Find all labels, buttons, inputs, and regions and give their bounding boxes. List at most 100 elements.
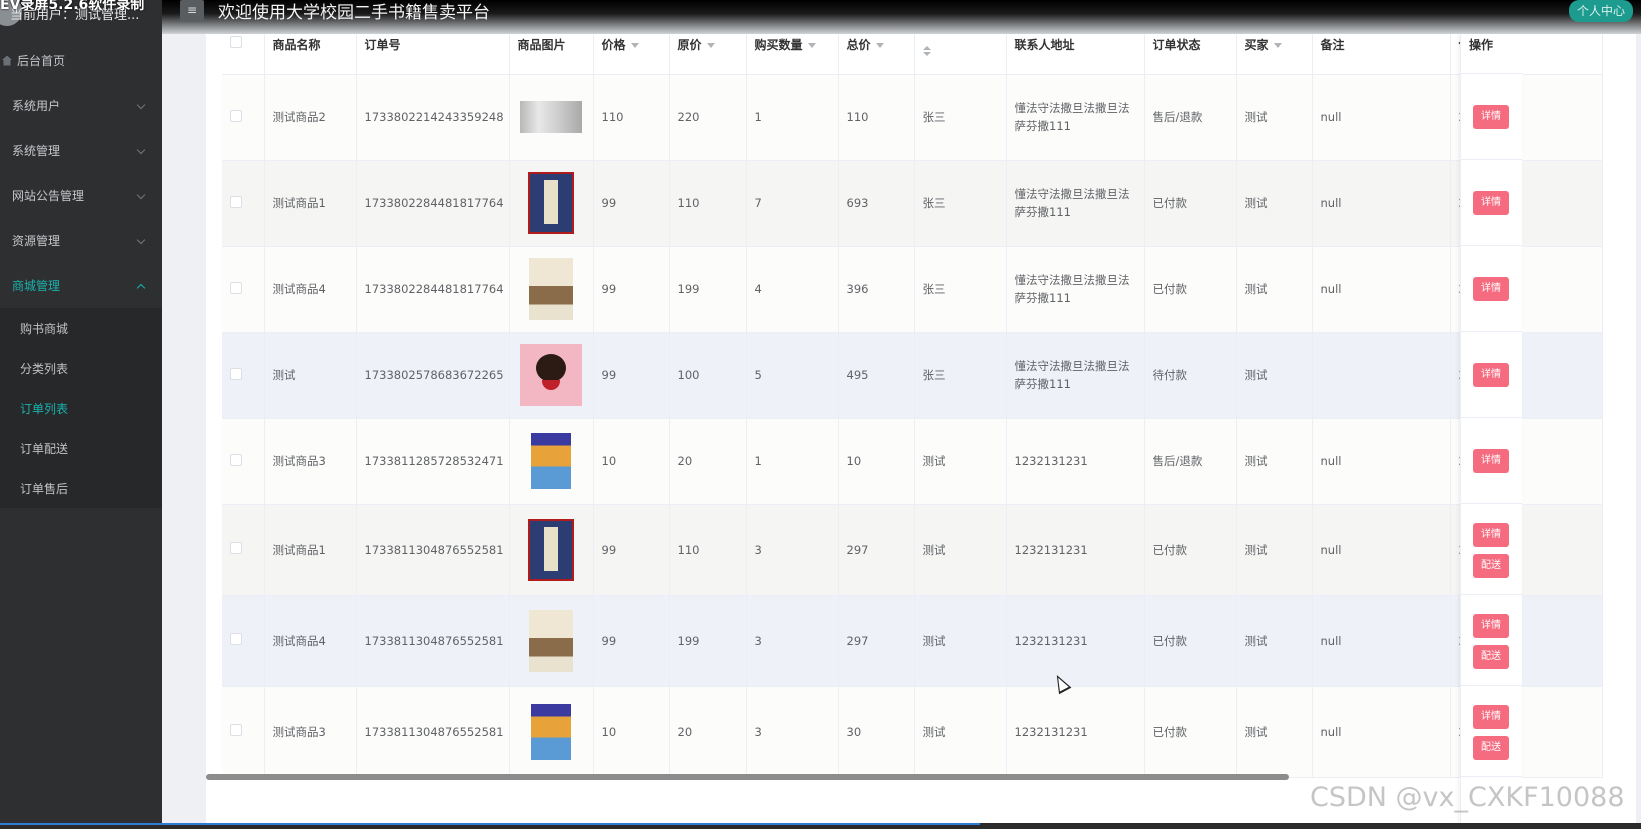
row-checkbox[interactable]	[230, 542, 242, 554]
table-row[interactable]: 测试商品4 1733811304876552581 99 199 3 297 测试 12321…	[222, 595, 1603, 687]
product-image[interactable]	[529, 609, 573, 672]
sidebar-item-resources[interactable]: 资源管理	[0, 218, 162, 263]
product-name-text: 测试商品4	[272, 282, 326, 296]
price-text: 99	[601, 196, 617, 210]
row-checkbox[interactable]	[230, 367, 242, 380]
detail-button[interactable]: 详情	[1473, 191, 1509, 215]
detail-button[interactable]: 详情	[1473, 277, 1509, 301]
note-text: null	[1320, 196, 1342, 210]
sidebar-item-announcements[interactable]: 网站公告管理	[0, 173, 162, 218]
col-contact[interactable]	[914, 34, 1007, 75]
recorder-overlay-text: EV录屏5.2.6软件录制	[0, 0, 145, 13]
sort-icon[interactable]	[875, 43, 884, 48]
row-checkbox[interactable]	[230, 109, 242, 122]
order-no-cell: 1733802214243359248	[356, 74, 510, 161]
col-note: 备注	[1312, 34, 1451, 75]
product-name-text: 测试商品4	[272, 633, 326, 648]
detail-button[interactable]: 详情	[1473, 522, 1509, 547]
sort-icon[interactable]	[807, 43, 816, 48]
col-price[interactable]: 价格	[593, 34, 670, 75]
total-cell: 297	[838, 595, 915, 687]
sidebar-subitem-orders[interactable]: 订单列表	[0, 388, 162, 428]
original-price-text: 110	[677, 196, 700, 210]
table-header-row: 商品名称 订单号 商品图片 价格 原价 购买数量 总价 联系人地址 订单状态 买…	[222, 34, 1603, 75]
menu-toggle-button[interactable]: ≡	[180, 0, 204, 22]
product-image[interactable]	[520, 101, 582, 133]
row-select-cell	[222, 332, 265, 419]
table-row[interactable]: 测试商品1 1733811304876552581 99 110 3 297 测试 12321…	[222, 504, 1603, 596]
price-text: 10	[601, 724, 617, 739]
sidebar-item-label: 资源管理	[12, 234, 61, 248]
product-image[interactable]	[528, 172, 574, 234]
note-text: null	[1320, 724, 1342, 739]
select-all-checkbox[interactable]	[230, 36, 242, 48]
sidebar-subitem-delivery[interactable]: 订单配送	[0, 428, 162, 468]
sidebar-item-system-users[interactable]: 系统用户	[0, 83, 162, 128]
note-text: null	[1320, 282, 1342, 296]
sort-icon[interactable]	[630, 43, 639, 48]
contact-text: 测试	[922, 542, 946, 557]
sort-icon[interactable]	[706, 43, 715, 48]
detail-button[interactable]: 详情	[1473, 704, 1509, 729]
chevron-up-icon	[136, 283, 146, 293]
col-total[interactable]: 总价	[838, 34, 915, 75]
buyer-cell: 测试	[1236, 246, 1313, 333]
status-text: 已付款	[1152, 724, 1188, 739]
sidebar-subitem-categories[interactable]: 分类列表	[0, 348, 162, 388]
note-text: null	[1320, 454, 1342, 468]
col-label: 总价	[846, 38, 871, 52]
sort-icon[interactable]	[1273, 43, 1282, 48]
sidebar-subitem-after-sales[interactable]: 订单售后	[0, 468, 162, 508]
product-image[interactable]	[529, 258, 573, 320]
product-image[interactable]	[520, 344, 582, 406]
chevron-down-icon	[136, 190, 146, 200]
sidebar-item-home[interactable]: 后台首页	[0, 38, 162, 83]
note-text: null	[1320, 633, 1342, 648]
table-row[interactable]: 测试商品1 1733802284481817764 99 110 7 693 张三 懂法守法撒…	[222, 160, 1603, 247]
ship-button[interactable]: 配送	[1473, 644, 1509, 669]
product-image[interactable]	[531, 703, 571, 760]
sort-both-icon[interactable]	[922, 46, 931, 58]
profile-button[interactable]: 个人中心	[1568, 0, 1633, 22]
product-image[interactable]	[531, 433, 571, 489]
row-checkbox[interactable]	[230, 195, 242, 208]
product-name-cell: 测试商品2	[264, 74, 357, 161]
quantity-cell: 7	[746, 160, 839, 247]
ship-button[interactable]: 配送	[1473, 735, 1509, 760]
table-row[interactable]: 测试商品3 1733811304876552581 10 20 3 30 测试 1232131…	[222, 686, 1603, 778]
detail-button[interactable]: 详情	[1473, 449, 1509, 473]
detail-button[interactable]: 详情	[1473, 613, 1509, 638]
product-name-text: 测试	[272, 368, 296, 382]
ship-button[interactable]: 配送	[1473, 553, 1509, 578]
watermark: CSDN @vx_CXKF10088	[1310, 782, 1625, 813]
address-text: 懂法守法撒旦法撒旦法萨芬撒111	[1014, 101, 1130, 133]
col-original-price[interactable]: 原价	[669, 34, 747, 75]
row-select-cell	[222, 246, 265, 333]
table-row[interactable]: 测试商品2 1733802214243359248 110 220 1 110 张三 懂法守法…	[222, 74, 1603, 161]
product-name-text: 测试商品1	[272, 196, 326, 210]
col-product-name: 商品名称	[264, 34, 357, 75]
col-buyer[interactable]: 买家	[1236, 34, 1313, 75]
product-image-cell	[509, 74, 594, 161]
total-text: 297	[846, 542, 869, 557]
row-checkbox[interactable]	[230, 453, 242, 466]
sidebar-item-mall[interactable]: 商城管理	[0, 263, 162, 308]
content-panel: 商品名称 订单号 商品图片 价格 原价 购买数量 总价 联系人地址 订单状态 买…	[206, 34, 1636, 823]
table-row[interactable]: 测试商品3 1733811285728532471 10 20 1 10 测试 1232131…	[222, 418, 1603, 505]
quantity-text: 1	[754, 454, 762, 468]
sidebar-subitem-bookstore[interactable]: 购书商城	[0, 308, 162, 348]
table-row[interactable]: 测试 1733802578683672265 99 100 5 495 张三 懂法守法撒旦法撒…	[222, 332, 1603, 419]
row-checkbox[interactable]	[230, 281, 242, 294]
sidebar-item-system-management[interactable]: 系统管理	[0, 128, 162, 173]
detail-button[interactable]: 详情	[1473, 105, 1509, 129]
table-row[interactable]: 测试商品4 1733802284481817764 99 199 4 396 张三 懂法守法撒…	[222, 246, 1603, 333]
row-checkbox[interactable]	[230, 724, 242, 736]
buyer-cell: 测试	[1236, 74, 1313, 161]
detail-button[interactable]: 详情	[1473, 363, 1509, 387]
product-image[interactable]	[528, 518, 574, 581]
row-checkbox[interactable]	[230, 633, 242, 645]
col-quantity[interactable]: 购买数量	[746, 34, 839, 75]
buyer-cell: 测试	[1236, 686, 1313, 778]
quantity-text: 3	[754, 633, 762, 648]
horizontal-scrollbar[interactable]	[206, 774, 1289, 780]
